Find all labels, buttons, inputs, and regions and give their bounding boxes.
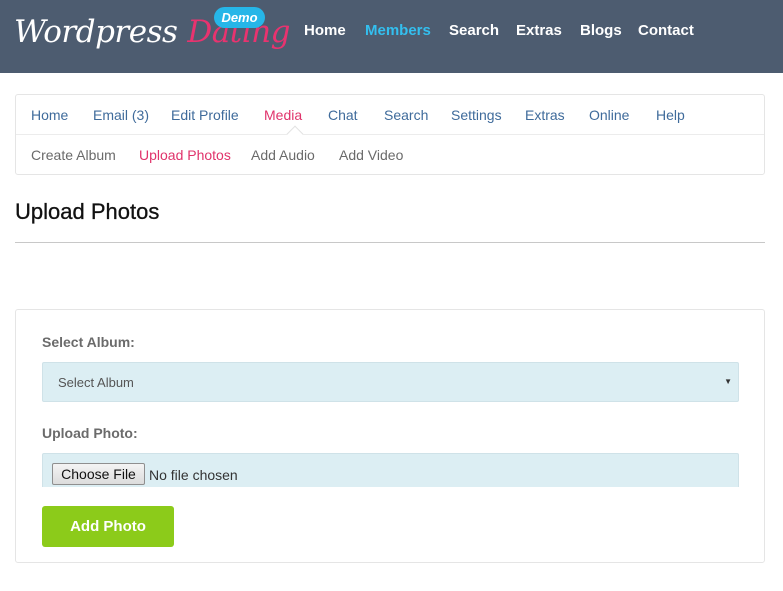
- top-nav-contact[interactable]: Contact: [638, 21, 694, 41]
- demo-badge: Demo: [214, 7, 265, 28]
- member-nav-chat[interactable]: Chat: [328, 106, 358, 124]
- subnav-create-album[interactable]: Create Album: [31, 146, 116, 164]
- upload-form: Select Album: Select Album ▼ Upload Phot…: [15, 309, 765, 563]
- top-nav-search[interactable]: Search: [449, 21, 499, 41]
- member-nav-online[interactable]: Online: [589, 106, 629, 124]
- subnav-add-audio[interactable]: Add Audio: [251, 146, 315, 164]
- top-nav-blogs[interactable]: Blogs: [580, 21, 622, 41]
- file-status-text: No file chosen: [149, 467, 238, 483]
- choose-file-button[interactable]: Choose File: [52, 463, 145, 485]
- member-nav-help[interactable]: Help: [656, 106, 685, 124]
- member-nav: Home Email (3) Edit Profile Media Chat S…: [16, 95, 764, 143]
- member-nav-extras[interactable]: Extras: [525, 106, 565, 124]
- top-nav-members[interactable]: Members: [365, 21, 431, 41]
- album-select-value: Select Album: [58, 375, 134, 390]
- member-nav-settings[interactable]: Settings: [451, 106, 502, 124]
- subnav-add-video[interactable]: Add Video: [339, 146, 403, 164]
- media-subnav: Create Album Upload Photos Add Audio Add…: [16, 135, 764, 174]
- album-label: Select Album:: [42, 334, 135, 350]
- photo-file-input: Choose File No file chosen: [42, 453, 739, 487]
- title-divider: [15, 242, 765, 243]
- logo-word-wordpress: Wordpress: [14, 14, 178, 50]
- page-title: Upload Photos: [15, 199, 160, 224]
- add-photo-button[interactable]: Add Photo: [42, 506, 174, 547]
- member-nav-email[interactable]: Email (3): [93, 106, 149, 124]
- top-nav-home[interactable]: Home: [304, 21, 346, 41]
- photo-label: Upload Photo:: [42, 425, 138, 441]
- member-nav-panel: Home Email (3) Edit Profile Media Chat S…: [15, 94, 765, 175]
- member-nav-home[interactable]: Home: [31, 106, 68, 124]
- top-nav-extras[interactable]: Extras: [516, 21, 562, 41]
- member-nav-search[interactable]: Search: [384, 106, 428, 124]
- album-select[interactable]: Select Album ▼: [42, 362, 739, 402]
- member-nav-media[interactable]: Media: [264, 106, 302, 124]
- site-header: Wordpress Dating Demo Home Members Search…: [0, 0, 783, 73]
- dropdown-arrow-icon: ▼: [724, 377, 732, 386]
- subnav-upload-photos[interactable]: Upload Photos: [139, 146, 231, 164]
- member-nav-edit-profile[interactable]: Edit Profile: [171, 106, 239, 124]
